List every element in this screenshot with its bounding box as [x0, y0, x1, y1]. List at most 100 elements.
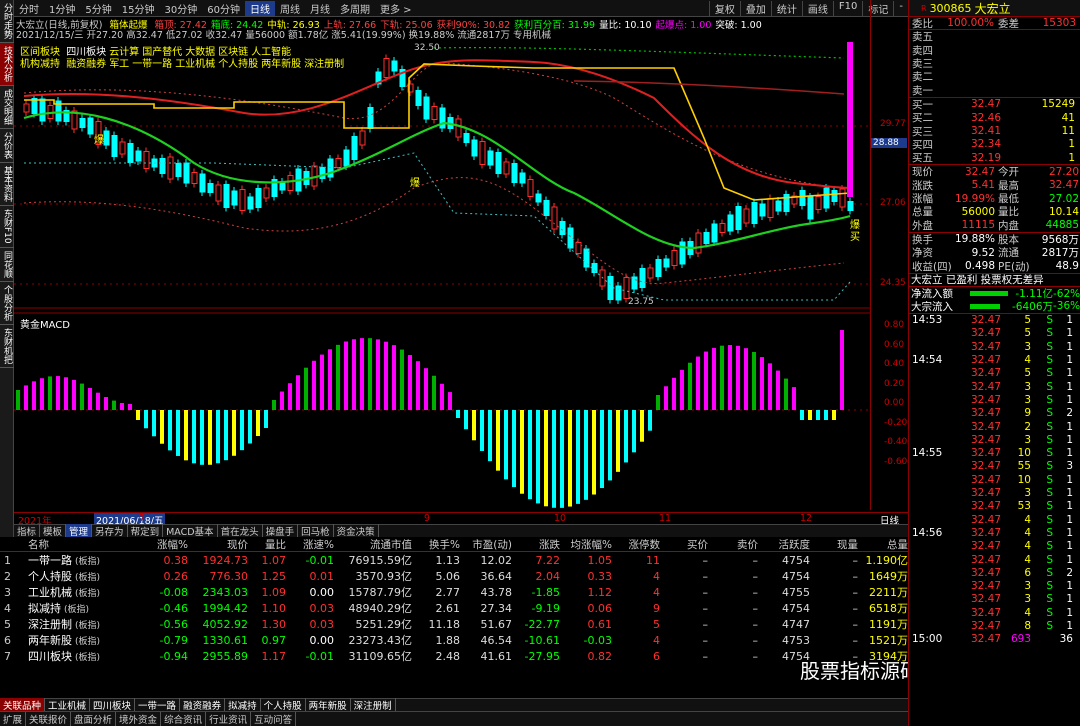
- table-row[interactable]: 6 两年新股 (板指) -0.79 1330.61 0.97 0.00 23273.43亿 1.…: [0, 632, 958, 648]
- column-header[interactable]: 涨跌: [512, 537, 560, 552]
- left-tab[interactable]: 成交明细: [0, 86, 14, 129]
- column-header[interactable]: 买价: [660, 537, 708, 552]
- bottom-bar-item[interactable]: 互动问答: [251, 712, 297, 726]
- macd-bar: [648, 410, 652, 431]
- bottom-bar-item[interactable]: 行业资讯: [206, 712, 252, 726]
- table-row[interactable]: 7 四川板块 (板指) -0.94 2955.89 1.17 -0.01 31109.65亿 2…: [0, 648, 958, 664]
- column-header[interactable]: 现价: [188, 537, 248, 552]
- macd-bar: [792, 387, 796, 410]
- toolbar-button[interactable]: -: [893, 0, 908, 16]
- sector-name[interactable]: 拟减持 (板指): [12, 600, 130, 616]
- related-tab[interactable]: 一带一路: [135, 698, 181, 712]
- candle: [415, 90, 422, 106]
- candle: [463, 133, 470, 143]
- sector-name[interactable]: 一带一路 (板指): [12, 552, 130, 568]
- related-tab[interactable]: 两年新股: [306, 698, 351, 712]
- left-tab[interactable]: 基本资料: [0, 163, 14, 206]
- column-header[interactable]: 涨停数: [612, 537, 661, 552]
- macd-bar: [280, 391, 284, 410]
- table-row[interactable]: 2 个人持股 (板指) 0.26 776.30 1.25 0.01 3570.93亿 5.06 3…: [0, 568, 958, 584]
- macd-bar: [40, 378, 44, 410]
- macd-bar: [104, 397, 108, 410]
- candle: [831, 190, 838, 202]
- sector-name[interactable]: 两年新股 (板指): [12, 632, 130, 648]
- column-header[interactable]: 换手%: [412, 537, 460, 552]
- period-tab[interactable]: 5分钟: [80, 1, 116, 16]
- sector-name[interactable]: 工业机械 (板指): [12, 584, 130, 600]
- column-header[interactable]: 市盈(动): [460, 537, 512, 552]
- table-row[interactable]: 5 深注册制 (板指) -0.56 4052.92 1.30 0.03 5251.29亿 11.…: [0, 616, 958, 632]
- column-header[interactable]: 名称: [12, 537, 130, 552]
- period-tab[interactable]: 分时: [14, 1, 44, 16]
- related-tab[interactable]: 拟减持: [225, 698, 261, 712]
- candle: [623, 277, 630, 299]
- cell-lim: 9: [653, 601, 660, 615]
- bottom-bar-item[interactable]: 关联报价: [26, 712, 72, 726]
- column-header[interactable]: 涨幅%: [130, 537, 188, 552]
- toolbar-button[interactable]: 画线: [801, 0, 833, 16]
- macd-bar: [824, 410, 828, 420]
- column-header[interactable]: 卖价: [708, 537, 758, 552]
- table-row[interactable]: 1 一带一路 (板指) 0.38 1924.73 1.07 -0.01 76915.59亿 1.…: [0, 552, 958, 568]
- cell-ask: –: [752, 569, 759, 583]
- toolbar-button[interactable]: 统计: [770, 0, 802, 16]
- related-tab[interactable]: 关联品种: [0, 698, 46, 712]
- period-tab[interactable]: 1分钟: [44, 1, 80, 16]
- period-tab[interactable]: 月线: [305, 1, 335, 16]
- tick-volume: 3: [1024, 487, 1031, 500]
- cell-avg: -0.03: [583, 633, 612, 647]
- left-tab[interactable]: 同花顺: [0, 248, 14, 282]
- tick-price: 32.47: [970, 354, 1001, 367]
- column-header[interactable]: 量比: [248, 537, 286, 552]
- tick-side: S: [1046, 407, 1053, 420]
- period-tab[interactable]: 周线: [275, 1, 305, 16]
- table-row[interactable]: 4 拟减持 (板指) -0.46 1994.42 1.10 0.03 48940.29亿 2.6…: [0, 600, 958, 616]
- left-tab[interactable]: 分价表: [0, 129, 14, 163]
- column-header[interactable]: 活跃度: [758, 537, 811, 552]
- left-tab[interactable]: 东财机把: [0, 325, 14, 368]
- period-tab[interactable]: 多周期: [335, 1, 375, 16]
- left-tab[interactable]: 个股分析: [0, 282, 14, 325]
- tick-count: 2: [1066, 407, 1073, 420]
- related-tab[interactable]: 四川板块: [90, 698, 136, 712]
- related-tab[interactable]: 深注册制: [351, 698, 396, 712]
- bottom-bar-item[interactable]: 境外资金: [116, 712, 162, 726]
- bottom-bar-item[interactable]: 综合资讯: [161, 712, 207, 726]
- sector-name[interactable]: 四川板块 (板指): [12, 648, 130, 664]
- candle: [815, 196, 822, 210]
- period-tab[interactable]: 15分钟: [117, 1, 160, 16]
- tick-count: 1: [1066, 393, 1073, 406]
- macd-bar: [96, 392, 100, 410]
- column-header[interactable]: 流通市值: [334, 537, 412, 552]
- toolbar-button[interactable]: 叠加: [739, 0, 771, 16]
- left-tab[interactable]: 技术分析: [0, 43, 14, 86]
- toolbar-button[interactable]: F10: [832, 0, 862, 16]
- bottom-bar-item[interactable]: 扩展: [0, 712, 27, 726]
- period-tab[interactable]: 30分钟: [159, 1, 202, 16]
- kline-chart[interactable]: 爆 爆 爆 买 32.50 23.75 黄金MACD: [14, 38, 870, 510]
- bottom-bar-item[interactable]: 盘面分析: [71, 712, 117, 726]
- column-header[interactable]: 涨速%: [286, 537, 334, 552]
- toolbar-button[interactable]: 标记: [862, 0, 893, 16]
- tick-row: 32.47 4 S 1: [909, 553, 1080, 566]
- candle: [703, 232, 710, 244]
- table-row[interactable]: 3 工业机械 (板指) -0.08 2343.03 1.09 0.00 15787.79亿 2.…: [0, 584, 958, 600]
- cell-avg: 1.12: [587, 585, 613, 599]
- tick-volume: 693: [1010, 633, 1031, 646]
- related-tab[interactable]: 工业机械: [45, 698, 91, 712]
- column-header[interactable]: 总量: [858, 537, 908, 552]
- period-tab[interactable]: 60分钟: [202, 1, 245, 16]
- related-tab[interactable]: 个人持股: [261, 698, 306, 712]
- cell-act: 4747: [782, 617, 810, 631]
- tick-price: 32.47: [970, 580, 1001, 593]
- sector-name[interactable]: 个人持股 (板指): [12, 568, 130, 584]
- toolbar-button[interactable]: 复权: [708, 0, 740, 16]
- period-tab[interactable]: 更多 >: [375, 1, 417, 16]
- period-tab[interactable]: 日线: [244, 0, 275, 16]
- column-header[interactable]: 现量: [810, 537, 858, 552]
- related-tab[interactable]: 融资融券: [180, 698, 226, 712]
- left-tab[interactable]: 东财F10: [0, 206, 14, 248]
- sector-name[interactable]: 深注册制 (板指): [12, 616, 130, 632]
- column-header[interactable]: 均涨幅%: [560, 537, 612, 552]
- left-tab[interactable]: 分时走势: [0, 0, 14, 43]
